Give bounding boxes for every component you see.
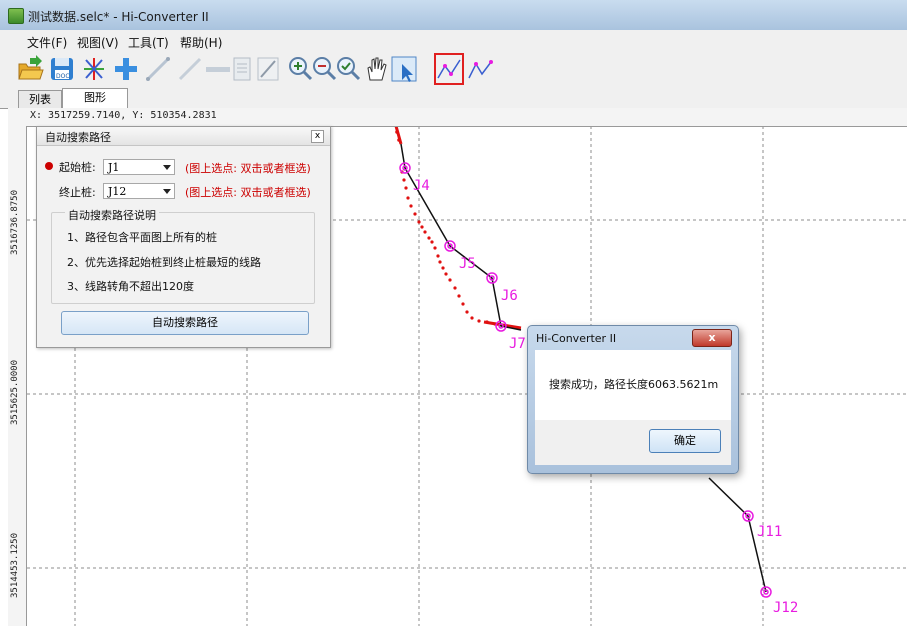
start-combo[interactable]: J1 — [103, 159, 175, 175]
start-label: 起始桩: — [59, 161, 96, 174]
snap-icon[interactable] — [80, 54, 108, 84]
end-combo[interactable]: J12 — [103, 183, 175, 199]
dialog-body: 搜索成功，路径长度6063.5621m — [535, 350, 731, 420]
end-hint: (图上选点: 双击或者框选) — [185, 186, 311, 199]
point-label-j12: J12 — [773, 600, 798, 616]
point-label-j11: J11 — [757, 524, 782, 540]
red-route — [395, 130, 497, 326]
chevron-down-icon — [163, 189, 171, 194]
tab-list[interactable]: 列表 — [18, 90, 62, 108]
group-title: 自动搜索路径说明 — [65, 207, 159, 223]
y-axis-label: 3514453.1250 — [10, 532, 20, 598]
title-bar: 测试数据.selc* - Hi-Converter II — [0, 0, 907, 31]
auto-search-panel: 自动搜索路径 x 起始桩: J1 (图上选点: 双击或者框选) 终止桩: J12… — [36, 126, 331, 348]
open-icon[interactable] — [16, 54, 44, 84]
panel-title-bar: 自动搜索路径 x — [37, 127, 330, 146]
dialog-close-button[interactable]: x — [692, 329, 732, 347]
menu-file[interactable]: 文件(F) — [27, 34, 67, 51]
toolbar: DOC — [0, 52, 907, 88]
select-pointer-icon[interactable] — [390, 54, 418, 84]
app-icon — [8, 8, 24, 24]
start-combo-value: J1 — [108, 161, 120, 174]
menu-help[interactable]: 帮助(H) — [180, 34, 222, 51]
add-point-icon[interactable] — [112, 54, 140, 84]
y-axis-label: 3515625.0000 — [10, 359, 20, 425]
svg-text:DOC: DOC — [56, 73, 70, 80]
menu-bar: 文件(F) 视图(V) 工具(T) 帮助(H) — [0, 30, 907, 52]
window-title: 测试数据.selc* - Hi-Converter II — [28, 10, 209, 24]
auto-search-button[interactable]: 自动搜索路径 — [61, 311, 309, 335]
auto-route-icon[interactable] — [435, 54, 463, 84]
menu-view[interactable]: 视图(V) — [77, 34, 119, 51]
panel-close-button[interactable]: x — [311, 130, 324, 143]
document-icon[interactable] — [228, 54, 256, 84]
point-label-j5: J5 — [459, 256, 476, 272]
end-label: 终止桩: — [59, 186, 96, 199]
message-dialog: Hi-Converter II x 搜索成功，路径长度6063.5621m 确定 — [527, 325, 739, 474]
edit-line-icon-2[interactable] — [176, 54, 204, 84]
coordinate-readout: X: 3517259.7140, Y: 510354.2831 — [30, 110, 217, 121]
menu-tools[interactable]: 工具(T) — [128, 34, 169, 51]
point-label-j6: J6 — [501, 288, 518, 304]
point-label-j7: J7 — [509, 336, 526, 352]
save-icon[interactable]: DOC — [48, 54, 76, 84]
add-line-icon[interactable] — [144, 54, 172, 84]
note-item: 1、路径包含平面图上所有的桩 — [67, 231, 217, 244]
zoom-fit-icon[interactable] — [334, 54, 362, 84]
pan-hand-icon[interactable] — [362, 54, 390, 84]
end-combo-value: J12 — [108, 185, 127, 198]
dialog-title: Hi-Converter II — [536, 332, 617, 345]
note-item: 2、优先选择起始桩到终止桩最短的线路 — [67, 256, 261, 269]
start-hint: (图上选点: 双击或者框选) — [185, 162, 311, 175]
point-label-j4: J4 — [413, 178, 430, 194]
required-dot-icon — [45, 162, 53, 170]
note-item: 3、线路转角不超出120度 — [67, 280, 194, 293]
dialog-footer: 确定 — [535, 420, 731, 465]
chevron-down-icon — [163, 165, 171, 170]
dialog-message: 搜索成功，路径长度6063.5621m — [549, 378, 719, 391]
edit-line-icon[interactable] — [254, 54, 282, 84]
tab-strip: 列表 图形 — [0, 88, 907, 109]
ok-button[interactable]: 确定 — [649, 429, 721, 453]
route-icon[interactable] — [466, 54, 494, 84]
tab-graphics[interactable]: 图形 — [62, 88, 128, 108]
panel-title: 自动搜索路径 — [45, 131, 111, 144]
y-axis-label: 3516736.8750 — [10, 189, 20, 255]
